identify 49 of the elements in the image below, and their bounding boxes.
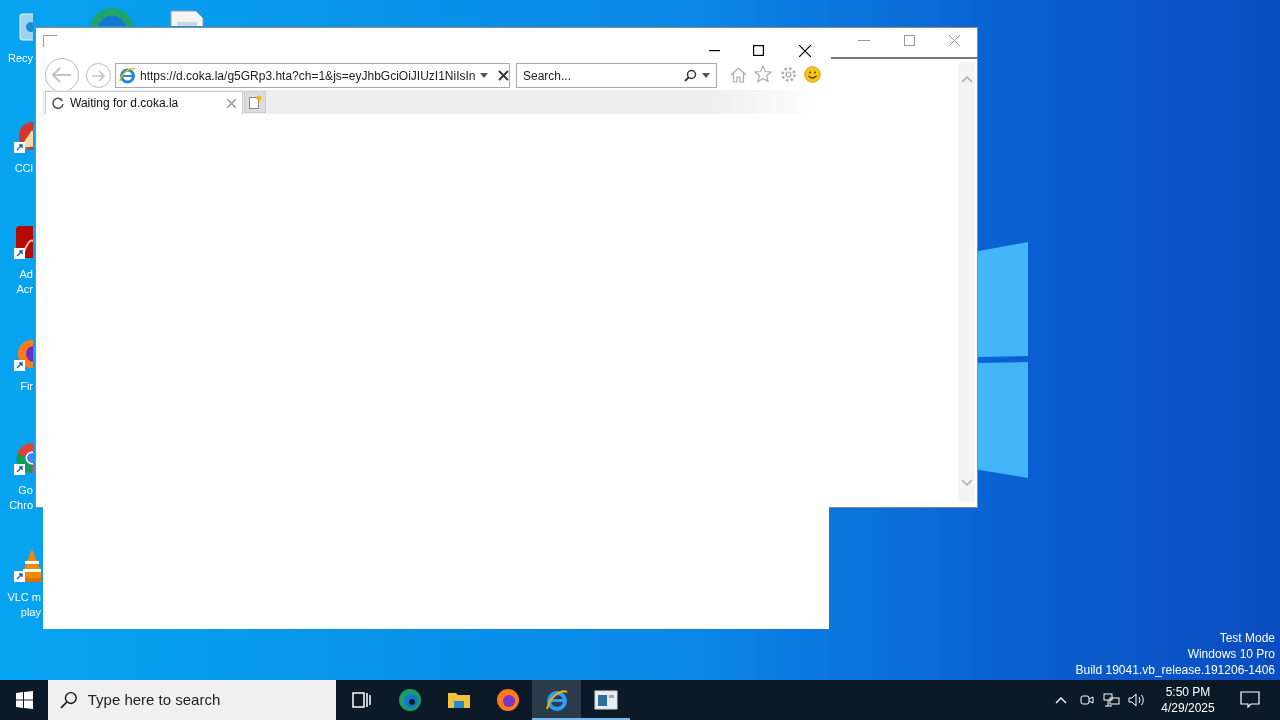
document-icon[interactable] — [14, 224, 33, 260]
system-info-text: Test Mode — [1219, 630, 1275, 646]
url-text: https://d.coka.la/g5GRp3.hta?ch=1&js=eyJhbGciOiJIUzI1NiIsIn — [140, 67, 476, 85]
corner-icon — [43, 35, 57, 47]
close-icon[interactable] — [799, 45, 811, 57]
dropdown-icon[interactable] — [702, 73, 710, 78]
desktop-icon-label[interactable]: Go — [18, 483, 33, 498]
desktop-icon-label[interactable]: CCl — [14, 161, 33, 176]
system-info-text: Windows 10 Pro — [1187, 646, 1275, 662]
ie-logo-icon — [119, 67, 136, 84]
desktop-icon-label[interactable]: VLC m — [7, 590, 41, 605]
dropdown-icon[interactable] — [479, 73, 488, 78]
ie-logo-icon — [544, 688, 569, 712]
back-arrow-icon — [52, 67, 72, 83]
loading-icon — [52, 97, 64, 109]
clock-date: 4/29/2025 — [1161, 700, 1215, 716]
forward-arrow-icon — [91, 69, 106, 82]
maximize-icon[interactable] — [753, 45, 764, 56]
clock[interactable]: 5:50 PM 4/29/2025 — [1156, 684, 1220, 716]
desktop-icon-label[interactable]: Fir — [20, 379, 33, 394]
search-input[interactable]: Type here to search — [87, 688, 324, 712]
network-icon[interactable] — [1103, 692, 1120, 708]
new-tab-button[interactable] — [244, 91, 266, 113]
desktop-icon-label[interactable]: Acr — [16, 282, 33, 297]
browser-tab[interactable]: Waiting for d.coka.la — [45, 91, 243, 114]
fox-globe-icon — [495, 688, 520, 712]
address-bar[interactable]: https://d.coka.la/g5GRp3.hta?ch=1&js=eyJhbGciOiJIUzI1NiIsIn — [115, 63, 510, 88]
minimize-icon[interactable] — [709, 50, 720, 52]
star-icon[interactable] — [754, 65, 772, 83]
desktop-icon-label[interactable]: Ad — [19, 267, 33, 282]
desktop-icon-label[interactable]: play — [20, 605, 41, 620]
camera-icon[interactable] — [1079, 692, 1095, 708]
search-field[interactable]: Search... — [516, 63, 717, 88]
desktop-icon-label[interactable]: Chro — [9, 498, 33, 513]
search-input[interactable]: Search... — [523, 66, 673, 85]
chevron-up-icon[interactable] — [1055, 696, 1067, 704]
notifications-icon[interactable] — [1240, 691, 1260, 709]
search-icon — [60, 691, 78, 709]
clock-time: 5:50 PM — [1165, 684, 1211, 700]
edge-logo-icon — [397, 688, 422, 712]
taskbar-search-field[interactable]: Type here to search — [48, 680, 336, 720]
search-icon[interactable] — [684, 69, 697, 82]
desktop-icon-label[interactable]: Recy — [7, 51, 33, 66]
system-info-text: Build 19041.vb_release.191206-1406 — [1075, 662, 1275, 678]
window-icon — [593, 688, 618, 712]
smiley-icon[interactable] — [804, 66, 821, 83]
speaker-icon[interactable] — [1128, 692, 1146, 708]
close-icon[interactable] — [497, 70, 509, 81]
new-tab-icon — [248, 95, 262, 109]
